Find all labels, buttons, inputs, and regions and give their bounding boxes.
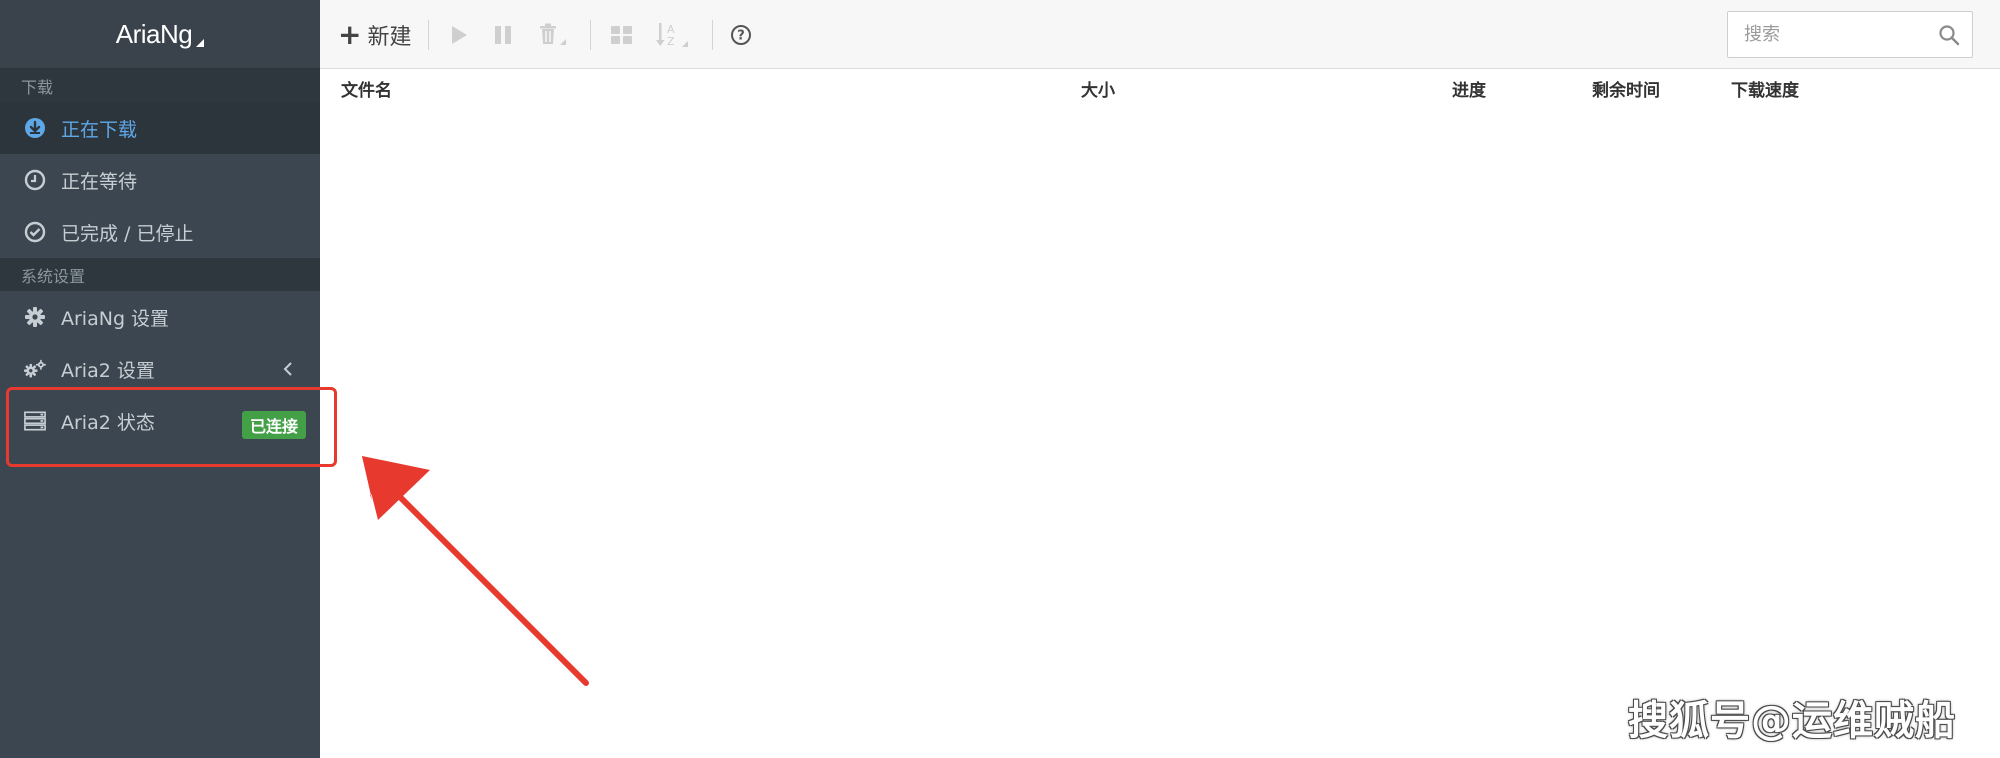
play-icon xyxy=(452,25,467,44)
sidebar-item-label: AriaNg 设置 xyxy=(61,307,170,330)
brand-header[interactable]: AriaNg xyxy=(0,0,320,69)
start-button[interactable] xyxy=(448,0,470,69)
select-all-button[interactable] xyxy=(610,0,634,69)
sidebar-item-ariang-settings[interactable]: AriaNg 设置 xyxy=(0,291,320,343)
toolbar-divider xyxy=(428,20,429,50)
brand-logo: AriaNg xyxy=(115,18,193,49)
chevron-left-icon[interactable] xyxy=(282,360,294,383)
sidebar-item-label: Aria2 设置 xyxy=(61,359,155,382)
sidebar-item-waiting[interactable]: 正在等待 xyxy=(0,154,320,206)
sort-alpha-icon: AZ xyxy=(656,22,688,48)
brand-caret-icon xyxy=(196,39,205,47)
sort-button[interactable]: AZ xyxy=(656,0,690,69)
search-icon[interactable] xyxy=(1938,24,1960,46)
delete-button[interactable] xyxy=(538,0,568,69)
toolbar-divider xyxy=(712,20,713,50)
column-header-remaining-time[interactable]: 剩余时间 xyxy=(1592,76,1660,101)
column-header-filename[interactable]: 文件名 xyxy=(341,76,392,101)
column-header-download-speed[interactable]: 下载速度 xyxy=(1731,76,1799,101)
search-box[interactable] xyxy=(1727,11,1973,58)
sidebar-item-label: 正在下载 xyxy=(61,118,138,141)
check-circle-icon xyxy=(24,221,46,243)
trash-icon xyxy=(540,23,566,45)
search-input[interactable] xyxy=(1744,24,1934,45)
task-table-header: 文件名 大小 进度 剩余时间 下载速度 xyxy=(320,70,2000,102)
gear-icon xyxy=(24,306,46,328)
clock-icon xyxy=(24,169,46,191)
column-header-size[interactable]: 大小 xyxy=(1081,76,1115,101)
plus-icon: + xyxy=(338,18,362,51)
section-header-settings: 系统设置 xyxy=(0,258,320,291)
annotation-highlight-box xyxy=(6,387,337,467)
new-task-label: 新建 xyxy=(367,24,412,50)
sidebar: AriaNg 下载 正在下载 正在等待 已完成 / 已停止 系统设置 AriaN… xyxy=(0,0,320,758)
svg-text:?: ? xyxy=(737,28,745,43)
sidebar-item-label: 正在等待 xyxy=(61,170,138,193)
new-task-button[interactable]: + 新建 xyxy=(338,0,411,69)
column-header-progress[interactable]: 进度 xyxy=(1452,76,1486,101)
toolbar-divider xyxy=(590,20,591,50)
pause-button[interactable] xyxy=(492,0,514,69)
sidebar-item-stopped[interactable]: 已完成 / 已停止 xyxy=(0,206,320,258)
section-header-download: 下载 xyxy=(0,69,320,102)
svg-text:Z: Z xyxy=(667,35,675,48)
grid-icon xyxy=(611,25,632,44)
help-button[interactable]: ? xyxy=(730,0,752,69)
toolbar: + 新建 AZ ? xyxy=(320,0,2000,69)
watermark: 搜狐号@运维贼船 xyxy=(1628,698,1956,744)
sidebar-item-downloading[interactable]: 正在下载 xyxy=(0,102,320,154)
sidebar-item-label: 已完成 / 已停止 xyxy=(61,222,194,245)
gears-icon xyxy=(24,358,46,380)
download-circle-icon xyxy=(24,117,46,139)
pause-icon xyxy=(495,25,511,44)
help-circle-icon: ? xyxy=(731,24,751,45)
